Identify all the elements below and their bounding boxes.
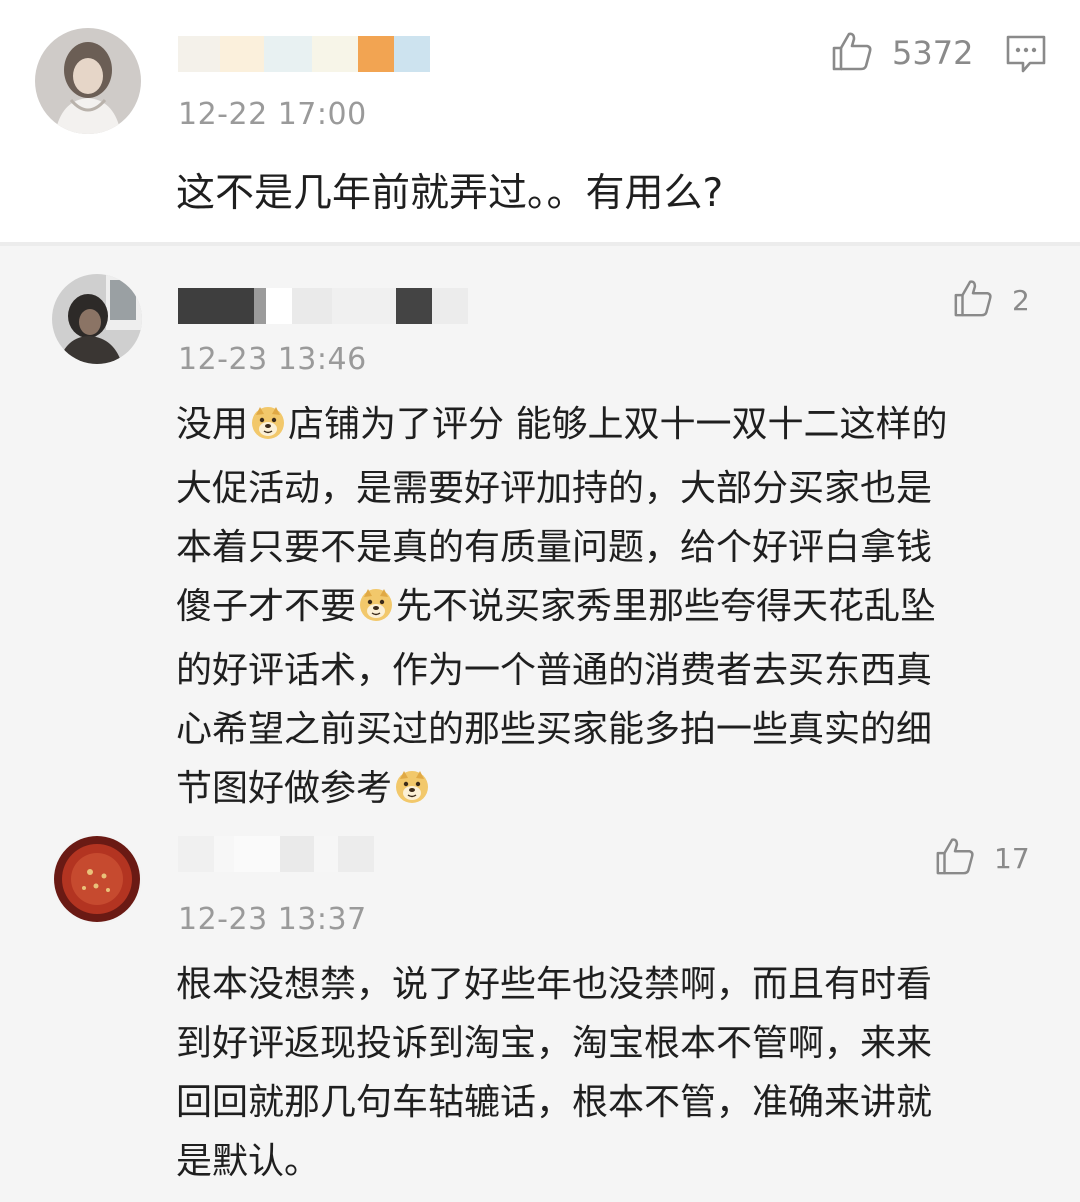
username-redacted[interactable]	[178, 836, 378, 872]
reply-text-segment: 回回就那几句车轱辘话，根本不管，准确来讲就	[176, 1082, 933, 1123]
reply-text-segment: 先不说买家秀里那些夸得天花乱坠	[396, 586, 937, 627]
reply-text-line: 的好评话术，作为一个普通的消费者去买东西真	[176, 641, 947, 700]
reply-text-segment: 到好评返现投诉到淘宝，淘宝根本不管啊，来来	[176, 1023, 933, 1064]
reply-text-line: 没用 店铺为了评分 能够上双十一双十二这样的	[176, 395, 947, 459]
doge-emoji-icon	[358, 582, 394, 641]
reply-text-segment: 的好评话术，作为一个普通的消费者去买东西真	[176, 650, 933, 691]
main-comment: 12-22 17:00 5372 这不是几年前就弄过。。有用么?	[0, 0, 1080, 242]
thumbs-up-icon	[830, 29, 874, 77]
reply-time: 12-23 13:46	[178, 342, 367, 377]
reply-text-segment: 心希望之前买过的那些买家能多拍一些真实的细	[176, 709, 933, 750]
reply-text-segment: 节图好做参考	[176, 768, 393, 809]
like-button[interactable]: 5372	[830, 28, 973, 78]
reply-text-line: 大促活动，是需要好评加持的，大部分买家也是	[176, 459, 947, 518]
reply-text-line: 心希望之前买过的那些买家能多拍一些真实的细	[176, 700, 947, 759]
avatar[interactable]	[52, 834, 142, 924]
reply-text-segment: 店铺为了评分 能够上双十一双十二这样的	[288, 404, 948, 445]
reply-time: 12-23 13:37	[178, 902, 367, 937]
username-redacted[interactable]	[178, 36, 438, 72]
comment-time: 12-22 17:00	[178, 97, 367, 132]
reply-text-segment: 本着只要不是真的有质量问题，给个好评白拿钱	[176, 527, 933, 568]
reply-text-line: 到好评返现投诉到淘宝，淘宝根本不管啊，来来	[176, 1014, 932, 1073]
reply-text-segment: 没用	[176, 404, 249, 445]
reply-text-segment: 傻子才不要	[176, 586, 357, 627]
reply-text: 没用 店铺为了评分 能够上双十一双十二这样的大促活动，是需要好评加持的，大部分买家…	[176, 395, 947, 823]
reply-text-line: 根本没想禁，说了好些年也没禁啊，而且有时看	[176, 955, 932, 1014]
reply-text-segment: 根本没想禁，说了好些年也没禁啊，而且有时看	[176, 964, 933, 1005]
avatar[interactable]	[35, 28, 141, 134]
like-count: 5372	[892, 34, 974, 72]
username-redacted[interactable]	[178, 288, 478, 324]
reply-text-line: 本着只要不是真的有质量问题，给个好评白拿钱	[176, 518, 947, 577]
reply-text-line: 节图好做参考	[176, 759, 947, 823]
like-count: 17	[994, 841, 1030, 875]
doge-emoji-icon	[250, 400, 286, 459]
thumbs-up-icon	[952, 277, 994, 323]
reply-text-line: 傻子才不要 先不说买家秀里那些夸得天花乱坠	[176, 577, 947, 641]
avatar[interactable]	[52, 274, 142, 364]
reply-text-segment: 是默认。	[176, 1141, 321, 1182]
like-button[interactable]: 17	[934, 834, 1030, 882]
doge-emoji-icon	[394, 764, 430, 823]
like-count: 2	[1012, 283, 1030, 317]
comment-icon[interactable]	[1005, 34, 1047, 78]
reply-text-line: 回回就那几句车轱辘话，根本不管，准确来讲就	[176, 1073, 932, 1132]
reply-text-line: 是默认。	[176, 1132, 932, 1191]
comment-text: 这不是几年前就弄过。。有用么?	[176, 171, 724, 216]
reply-text: 根本没想禁，说了好些年也没禁啊，而且有时看 到好评返现投诉到淘宝，淘宝根本不管啊，…	[176, 955, 932, 1191]
reply-text-segment: 大促活动，是需要好评加持的，大部分买家也是	[176, 468, 933, 509]
like-button[interactable]: 2	[952, 276, 1030, 324]
thumbs-up-icon	[934, 835, 976, 881]
reply-list: 12-23 13:46 2 没用 店铺为了评分 能够上双十一双十二这样的大促活动，…	[0, 246, 1080, 1202]
